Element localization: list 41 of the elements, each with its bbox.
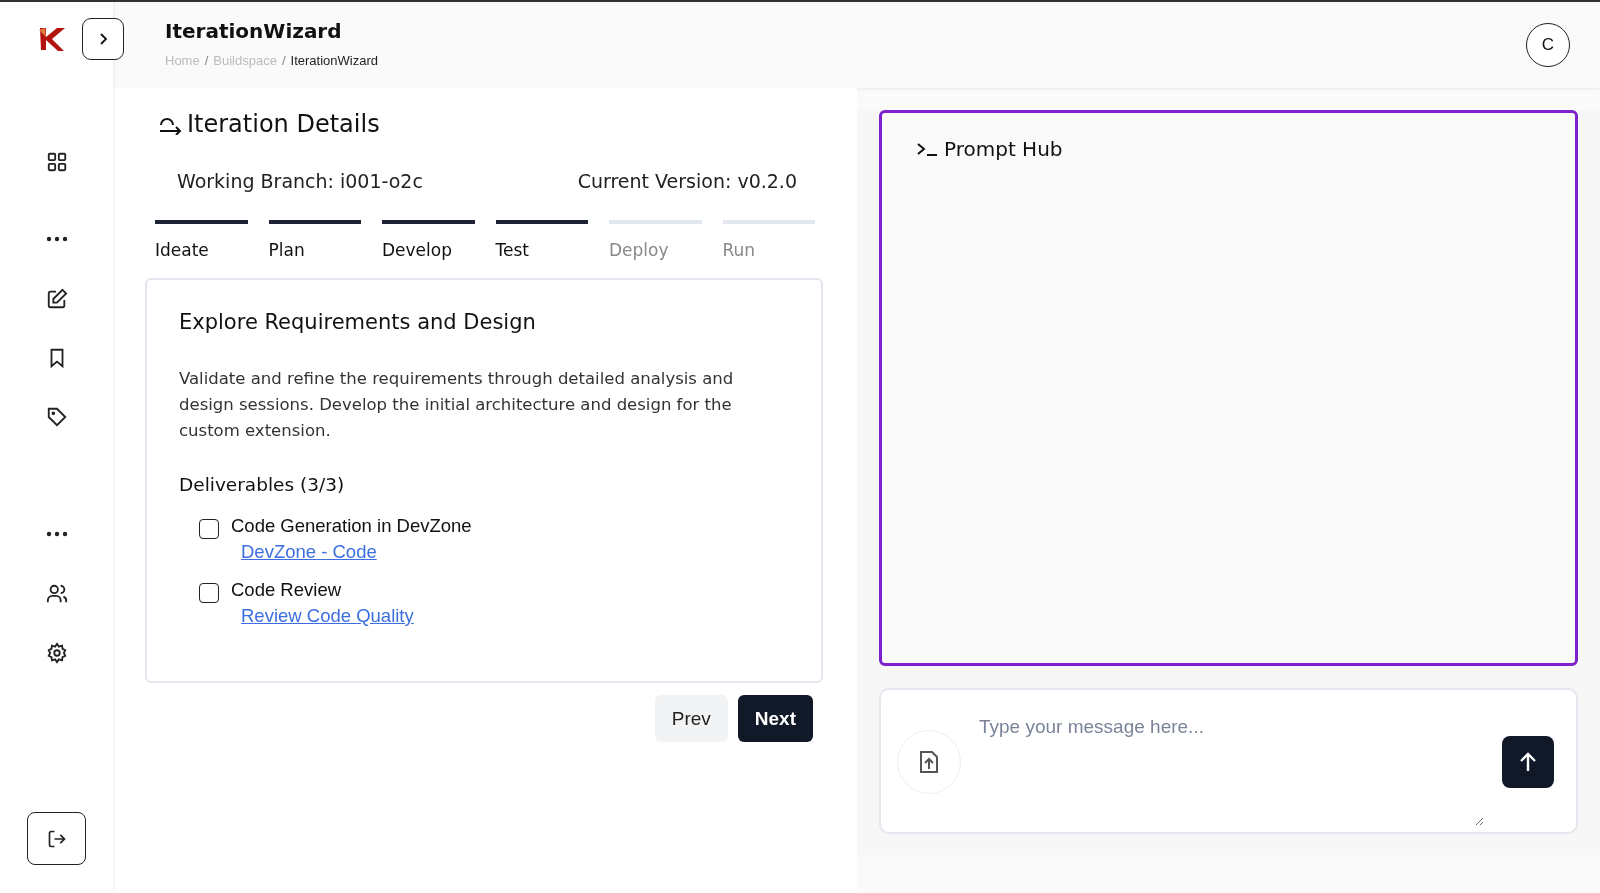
deliverable-link[interactable]: DevZone - Code bbox=[241, 541, 377, 563]
step-tab[interactable]: Develop bbox=[382, 220, 475, 260]
step-tab[interactable]: Test bbox=[495, 220, 588, 260]
edit-icon[interactable] bbox=[45, 287, 68, 310]
prev-button[interactable]: Prev bbox=[654, 695, 728, 742]
next-button[interactable]: Next bbox=[737, 695, 813, 742]
section-title: Iteration Details bbox=[187, 110, 380, 138]
logout-button[interactable] bbox=[27, 812, 86, 865]
deliverable-label: Code Review bbox=[231, 579, 343, 601]
breadcrumb-separator: / bbox=[204, 52, 209, 68]
send-button[interactable] bbox=[1502, 736, 1554, 788]
users-icon[interactable] bbox=[45, 582, 68, 605]
terminal-icon bbox=[916, 141, 938, 157]
logout-icon bbox=[46, 828, 67, 849]
breadcrumb-item: IterationWizard bbox=[290, 52, 378, 68]
file-upload-icon bbox=[918, 749, 940, 775]
message-field[interactable]: Type your message here... bbox=[879, 688, 1578, 834]
grid-icon[interactable] bbox=[45, 150, 68, 173]
deliverables-title: Deliverables (3/3) bbox=[179, 474, 346, 495]
checkbox[interactable] bbox=[199, 519, 219, 539]
expand-sidebar-button[interactable] bbox=[81, 18, 124, 60]
step-tab[interactable]: Plan bbox=[268, 220, 361, 260]
arrow-up-icon bbox=[1519, 751, 1537, 773]
step-tab[interactable]: Deploy bbox=[609, 220, 702, 260]
more-icon[interactable] bbox=[45, 236, 68, 242]
current-version: Current Version: v0.2.0 bbox=[577, 170, 797, 192]
more-icon[interactable] bbox=[45, 531, 68, 537]
user-avatar[interactable]: C bbox=[1526, 23, 1570, 67]
breadcrumb-separator: / bbox=[281, 52, 286, 68]
step-tab[interactable]: Ideate bbox=[155, 220, 248, 260]
deliverable-link[interactable]: Review Code Quality bbox=[241, 605, 414, 627]
card-description: Validate and refine the requirements through detailed analysis and design sessions. Develop the initial architecture and design for the custom extension. bbox=[179, 368, 735, 442]
step-tab[interactable]: Run bbox=[722, 220, 815, 260]
panel-title: Prompt Hub bbox=[944, 137, 1063, 161]
card-title: Explore Requirements and Design bbox=[179, 310, 537, 334]
deliverable-label: Code Generation in DevZone bbox=[231, 515, 472, 537]
working-branch: Working Branch: i001-o2c bbox=[177, 170, 423, 192]
checkbox[interactable] bbox=[199, 583, 219, 603]
settings-icon[interactable] bbox=[45, 641, 68, 664]
tag-icon[interactable] bbox=[45, 405, 68, 428]
page-title: IterationWizard bbox=[165, 18, 343, 43]
